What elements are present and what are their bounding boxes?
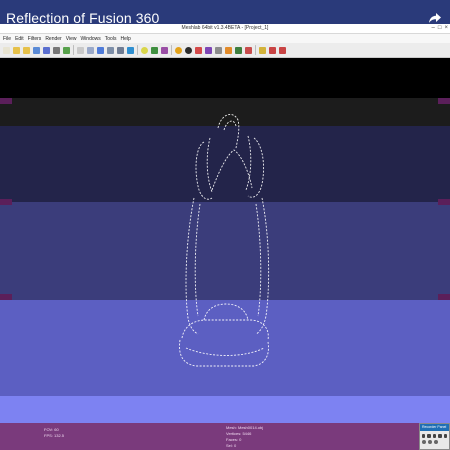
settings-icon[interactable] bbox=[438, 434, 442, 438]
measure-icon[interactable] bbox=[215, 46, 222, 54]
menu-tools[interactable]: Tools bbox=[105, 36, 117, 42]
select-vertices-icon[interactable] bbox=[205, 46, 212, 54]
point-cloud-mesh bbox=[179, 114, 270, 367]
maximize-button[interactable]: □ bbox=[438, 25, 442, 32]
toolbar-separator bbox=[171, 45, 172, 55]
window-controls: – □ × bbox=[432, 25, 448, 32]
hidden-lines-icon[interactable] bbox=[97, 46, 104, 54]
align-icon[interactable] bbox=[235, 46, 242, 54]
new-icon[interactable] bbox=[3, 46, 10, 54]
menu-file[interactable]: File bbox=[3, 36, 11, 42]
cull-face-icon[interactable] bbox=[161, 46, 168, 54]
toolbar-separator bbox=[137, 45, 138, 55]
menu-render[interactable]: Render bbox=[45, 36, 61, 42]
delete-vertex-icon[interactable] bbox=[279, 46, 286, 54]
mesh-name: Mesh: Mesh0014.obj bbox=[226, 425, 264, 430]
minimize-icon[interactable] bbox=[443, 434, 448, 438]
pick-points-icon[interactable] bbox=[245, 46, 252, 54]
recorder-title: Recorder Panel bbox=[420, 424, 449, 431]
light-icon[interactable] bbox=[141, 46, 148, 54]
color-icon[interactable] bbox=[185, 46, 192, 54]
menu-filters[interactable]: Filters bbox=[28, 36, 42, 42]
points-icon[interactable] bbox=[77, 46, 84, 54]
menu-help[interactable]: Help bbox=[120, 36, 130, 42]
vertex-count: Vertices: 5446 bbox=[226, 431, 252, 436]
recorder-controls bbox=[420, 431, 449, 438]
smooth-icon[interactable] bbox=[127, 46, 134, 54]
wireframe-icon[interactable] bbox=[87, 46, 94, 54]
minimize-button[interactable]: – bbox=[432, 25, 435, 32]
stop-icon[interactable] bbox=[432, 434, 437, 438]
delete-face-icon[interactable] bbox=[269, 46, 276, 54]
screen-icon[interactable] bbox=[434, 440, 438, 444]
open-folder-icon[interactable] bbox=[23, 46, 30, 54]
double-face-icon[interactable] bbox=[151, 46, 158, 54]
layers-icon[interactable] bbox=[63, 46, 70, 54]
snapshot-icon[interactable] bbox=[53, 46, 60, 54]
record-icon[interactable] bbox=[422, 434, 426, 438]
flat-icon[interactable] bbox=[117, 46, 124, 54]
open-folder-icon[interactable] bbox=[13, 46, 20, 54]
camera-icon[interactable] bbox=[428, 440, 432, 444]
toolbar-separator bbox=[73, 45, 74, 55]
menu-view[interactable]: View bbox=[66, 36, 77, 42]
paint-icon[interactable] bbox=[225, 46, 232, 54]
app-window: Meshlab 64bit v1.3.4BETA - [Project_1] –… bbox=[0, 24, 450, 58]
info-icon[interactable] bbox=[175, 46, 182, 54]
window-caption: Meshlab 64bit v1.3.4BETA - [Project_1] bbox=[181, 25, 269, 31]
toolbar-separator bbox=[255, 45, 256, 55]
window-title-bar: Meshlab 64bit v1.3.4BETA - [Project_1] –… bbox=[0, 24, 450, 34]
save-icon[interactable] bbox=[43, 46, 50, 54]
close-button[interactable]: × bbox=[444, 25, 448, 32]
manipulator-icon[interactable] bbox=[259, 46, 266, 54]
mic-icon[interactable] bbox=[422, 440, 426, 444]
status-bar: FOV: 60 FPS: 132.5 Mesh: Mesh0014.obj Ve… bbox=[0, 423, 450, 450]
reload-icon[interactable] bbox=[33, 46, 40, 54]
menu-edit[interactable]: Edit bbox=[15, 36, 24, 42]
menu-windows[interactable]: Windows bbox=[80, 36, 100, 42]
fov-readout: FOV: 60 bbox=[44, 427, 59, 432]
menu-bar: File Edit Filters Render View Windows Tools Hel… bbox=[0, 34, 450, 43]
fps-readout: FPS: 132.5 bbox=[44, 433, 65, 438]
selection-count: Sel: 0 bbox=[226, 443, 237, 448]
recorder-panel[interactable]: Recorder Panel bbox=[419, 423, 450, 450]
recorder-controls-secondary bbox=[420, 438, 449, 444]
viewport[interactable] bbox=[0, 58, 450, 423]
face-count: Faces: 0 bbox=[226, 437, 242, 442]
select-faces-icon[interactable] bbox=[195, 46, 202, 54]
flat-lines-icon[interactable] bbox=[107, 46, 114, 54]
main-toolbar bbox=[0, 43, 450, 58]
pause-icon[interactable] bbox=[427, 434, 431, 438]
